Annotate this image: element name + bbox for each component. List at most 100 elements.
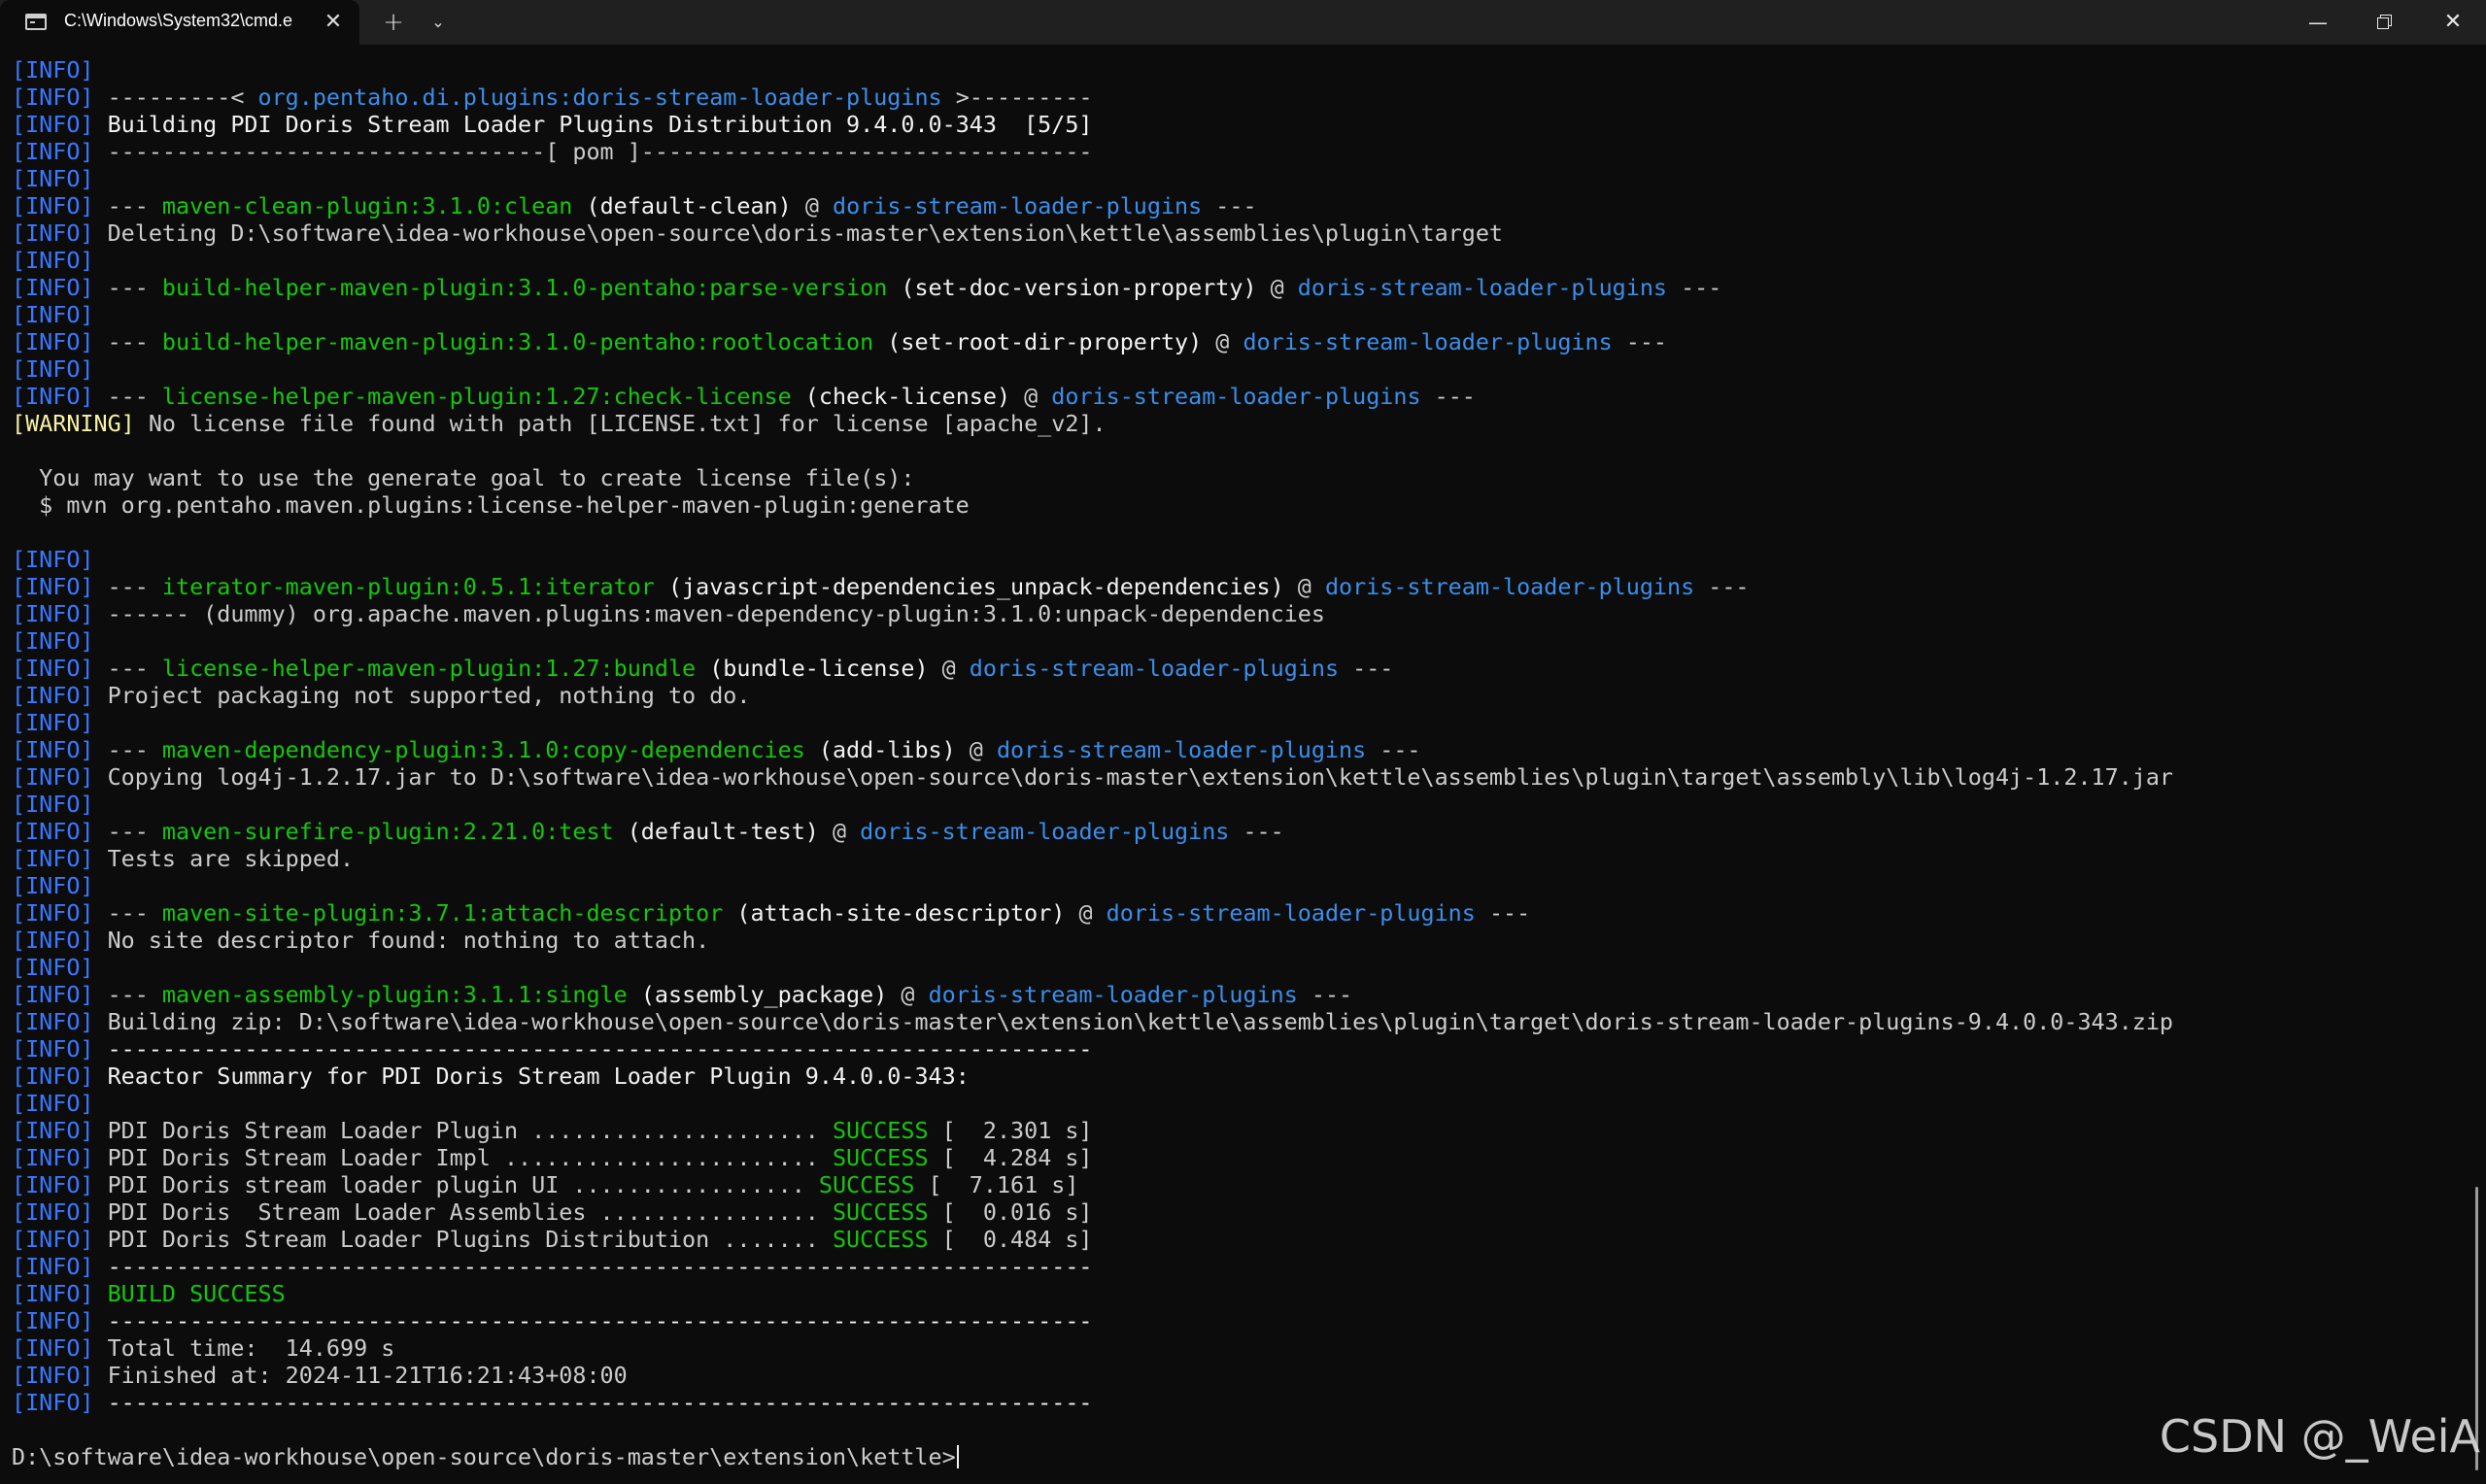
line-text: --- (93, 328, 162, 355)
terminal-line: [INFO] ------ (dummy) org.apache.maven.p… (12, 600, 2460, 627)
info-tag: [INFO] (12, 1144, 94, 1171)
line-text: @ (791, 192, 833, 219)
line-text: --- (93, 899, 162, 927)
terminal-line: [INFO] PDI Doris Stream Loader Plugin ..… (12, 1117, 2460, 1144)
info-tag: [INFO] (12, 546, 94, 573)
line-text: BUILD SUCCESS (93, 1280, 286, 1307)
line-text: $ mvn org.pentaho.maven.plugins:license-… (12, 491, 970, 519)
info-tag: [INFO] (12, 927, 94, 954)
terminal-line: [INFO] Finished at: 2024-11-21T16:21:43+… (12, 1362, 2460, 1389)
line-text: doris-stream-loader-plugins (1243, 328, 1613, 355)
terminal-line: [INFO] --- maven-clean-plugin:3.1.0:clea… (12, 192, 2460, 219)
line-text: @ (1010, 383, 1052, 410)
info-tag: [INFO] (12, 1389, 94, 1416)
line-text: ---------< (93, 84, 258, 111)
terminal-output[interactable]: [INFO] [INFO] ---------< org.pentaho.di.p… (12, 56, 2460, 1474)
info-tag: [INFO] (12, 84, 94, 111)
terminal-line: [INFO] (12, 954, 2460, 981)
info-tag: [INFO] (12, 1334, 94, 1362)
tab-close-icon[interactable]: ✕ (317, 6, 350, 39)
line-text: --- (93, 573, 162, 600)
line-text: PDI Doris stream loader plugin UI ......… (93, 1171, 819, 1198)
terminal-line: [INFO] --- maven-dependency-plugin:3.1.0… (12, 736, 2460, 763)
terminal-line: [INFO] --- build-helper-maven-plugin:3.1… (12, 328, 2460, 355)
terminal-line: [INFO] (12, 301, 2460, 328)
info-tag: [INFO] (12, 627, 94, 655)
terminal-tab[interactable]: C:\Windows\System32\cmd.e ✕ (0, 0, 359, 45)
line-text: doris-stream-loader-plugins (860, 818, 1230, 845)
line-text: --- (93, 981, 162, 1008)
line-text: (set-root-dir-property) (873, 328, 1203, 355)
info-tag: [INFO] (12, 655, 94, 682)
terminal-line: [INFO] (12, 56, 2460, 84)
minimize-button[interactable]: — (2285, 0, 2351, 45)
line-text: maven-assembly-plugin:3.1.1:single (161, 981, 628, 1008)
info-tag: [INFO] (12, 1198, 94, 1226)
info-tag: [INFO] (12, 192, 94, 219)
line-text: license-helper-maven-plugin:1.27:bundle (161, 655, 697, 682)
line-text: [ 7.161 s] (914, 1171, 1079, 1198)
terminal-line: [INFO] PDI Doris Stream Loader Impl ....… (12, 1144, 2460, 1171)
terminal-line: [INFO] --- license-helper-maven-plugin:1… (12, 383, 2460, 410)
info-tag: [INFO] (12, 274, 94, 301)
line-text: [ 4.284 s] (928, 1144, 1093, 1171)
terminal-line: [INFO] BUILD SUCCESS (12, 1280, 2460, 1307)
line-text: iterator-maven-plugin:0.5.1:iterator (161, 573, 655, 600)
title-bar: C:\Windows\System32\cmd.e ✕ + ⌄ — ✕ (0, 0, 2486, 45)
line-text: PDI Doris Stream Loader Plugins Distribu… (93, 1226, 833, 1253)
new-tab-button[interactable]: + (377, 6, 410, 39)
terminal-line: [INFO] --- build-helper-maven-plugin:3.1… (12, 274, 2460, 301)
line-text: doris-stream-loader-plugins (1106, 899, 1476, 927)
info-tag: [INFO] (12, 111, 94, 138)
line-text: @ (955, 736, 997, 763)
line-text: [ 0.016 s] (928, 1198, 1093, 1226)
info-tag: [INFO] (12, 872, 94, 899)
line-text: --- (1420, 383, 1476, 410)
line-text: ------ (dummy) org.apache.maven.plugins:… (93, 600, 1325, 627)
line-text: --- (93, 818, 162, 845)
line-text: ----------------------------------------… (93, 1035, 1093, 1062)
line-text: (attach-site-descriptor) (723, 899, 1066, 927)
line-text: Reactor Summary for PDI Doris Stream Loa… (93, 1062, 970, 1090)
line-text: --- (1339, 655, 1394, 682)
terminal-line: [INFO] (12, 546, 2460, 573)
info-tag: [INFO] (12, 600, 94, 627)
info-tag: [INFO] (12, 138, 94, 165)
terminal-line: [INFO] --- maven-surefire-plugin:2.21.0:… (12, 818, 2460, 845)
line-text: ----------------------------------------… (93, 1253, 1093, 1280)
terminal-line: $ mvn org.pentaho.maven.plugins:license-… (12, 491, 2460, 519)
info-tag: [INFO] (12, 301, 94, 328)
line-text: doris-stream-loader-plugins (969, 655, 1340, 682)
terminal-line: [INFO] Total time: 14.699 s (12, 1334, 2460, 1362)
info-tag: [INFO] (12, 954, 94, 981)
line-text: (set-doc-version-property) (887, 274, 1257, 301)
line-text: @ (1283, 573, 1325, 600)
terminal-line: [INFO] Tests are skipped. (12, 845, 2460, 872)
line-text: PDI Doris Stream Loader Impl ...........… (93, 1144, 833, 1171)
line-text: maven-dependency-plugin:3.1.0:copy-depen… (161, 736, 805, 763)
terminal-line: [INFO] Project packaging not supported, … (12, 682, 2460, 709)
line-text: maven-clean-plugin:3.1.0:clean (161, 192, 573, 219)
tab-title: C:\Windows\System32\cmd.e (64, 11, 293, 30)
restore-button[interactable] (2351, 0, 2417, 45)
line-text: Building PDI Doris Stream Loader Plugins… (93, 111, 1093, 138)
terminal-line: [INFO] (12, 627, 2460, 655)
line-text: --- (93, 655, 162, 682)
info-tag: [INFO] (12, 573, 94, 600)
terminal-line: [INFO] --------------------------------[… (12, 138, 2460, 165)
info-tag: [INFO] (12, 682, 94, 709)
chevron-down-icon[interactable]: ⌄ (422, 6, 455, 39)
info-tag: [INFO] (12, 1062, 94, 1090)
line-text: --- (93, 274, 162, 301)
line-text: Finished at: 2024-11-21T16:21:43+08:00 (93, 1362, 628, 1389)
close-button[interactable]: ✕ (2420, 0, 2486, 45)
terminal-line: [INFO] (12, 709, 2460, 736)
terminal-line: [INFO] PDI Doris stream loader plugin UI… (12, 1171, 2460, 1198)
info-tag: [INFO] (12, 845, 94, 872)
terminal-line: [INFO] --- maven-site-plugin:3.7.1:attac… (12, 899, 2460, 927)
info-tag: [INFO] (12, 709, 94, 736)
terminal-line: [INFO] (12, 165, 2460, 192)
info-tag: [INFO] (12, 247, 94, 274)
